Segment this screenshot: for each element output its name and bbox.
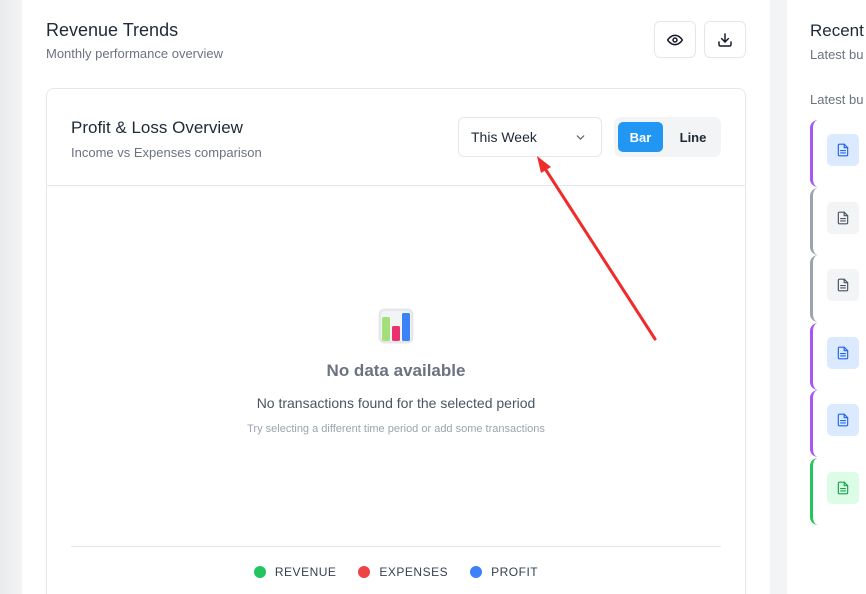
- legend-dot: [358, 566, 371, 578]
- list-item[interactable]: [810, 323, 866, 390]
- period-select[interactable]: This Week: [458, 117, 602, 157]
- eye-icon: [667, 34, 683, 45]
- side-panel-section-label: Latest bu: [810, 92, 864, 107]
- document-icon: [837, 211, 849, 225]
- revenue-trends-card: Revenue Trends Monthly performance overv…: [22, 0, 770, 594]
- legend-label: REVENUE: [274, 565, 337, 579]
- doc-icon-box: [827, 134, 859, 166]
- legend-item-revenue[interactable]: REVENUE: [253, 565, 337, 579]
- legend-divider: [71, 546, 721, 547]
- list-item[interactable]: [810, 390, 866, 457]
- side-panel-title: Recent: [810, 21, 864, 40]
- period-select-value: This Week: [471, 129, 537, 145]
- empty-state-hint: Try selecting a different time period or…: [247, 423, 545, 435]
- view-button[interactable]: [654, 21, 696, 58]
- chart-type-toggle: Bar Line: [614, 117, 721, 157]
- list-item[interactable]: [810, 188, 866, 255]
- download-button[interactable]: [704, 21, 746, 58]
- doc-icon-box: [827, 404, 859, 436]
- list-item[interactable]: [810, 458, 866, 525]
- document-icon: [837, 143, 849, 157]
- legend-label: PROFIT: [491, 565, 539, 579]
- document-icon: [837, 346, 849, 360]
- doc-icon-box: [827, 202, 859, 234]
- doc-icon-box: [827, 269, 859, 301]
- document-icon: [837, 481, 849, 495]
- panel-header: Profit & Loss Overview Income vs Expense…: [47, 89, 745, 186]
- panel-title: Profit & Loss Overview: [71, 118, 243, 137]
- document-icon: [837, 413, 849, 427]
- background-edge: [0, 0, 22, 594]
- list-item[interactable]: [810, 255, 866, 322]
- empty-state-message: No transactions found for the selected p…: [256, 395, 536, 411]
- empty-state-title: No data available: [326, 361, 466, 380]
- doc-icon-box: [827, 472, 859, 504]
- document-icon: [837, 278, 849, 292]
- chevron-down-icon: [576, 135, 585, 140]
- profit-loss-panel: Profit & Loss Overview Income vs Expense…: [46, 88, 746, 594]
- legend-item-expenses[interactable]: EXPENSES: [358, 565, 448, 579]
- page-title: Revenue Trends: [46, 20, 179, 40]
- legend-dot: [470, 566, 483, 578]
- chart-legend: REVENUE EXPENSES PROFIT: [47, 565, 745, 579]
- page-subtitle: Monthly performance overview: [46, 46, 224, 61]
- legend-item-profit[interactable]: PROFIT: [470, 565, 538, 579]
- panel-subtitle: Income vs Expenses comparison: [71, 145, 262, 160]
- legend-dot: [253, 566, 266, 578]
- list-item[interactable]: [810, 120, 866, 187]
- recent-documents-card: Recent Latest bu Latest bu: [787, 0, 866, 594]
- doc-icon-box: [827, 337, 859, 369]
- line-chart-button[interactable]: Line: [669, 122, 717, 152]
- side-panel-subtitle: Latest bu: [810, 47, 864, 62]
- legend-label: EXPENSES: [379, 565, 449, 579]
- download-icon: [718, 32, 732, 47]
- bar-chart-icon: [378, 308, 414, 344]
- bar-chart-button[interactable]: Bar: [618, 122, 663, 152]
